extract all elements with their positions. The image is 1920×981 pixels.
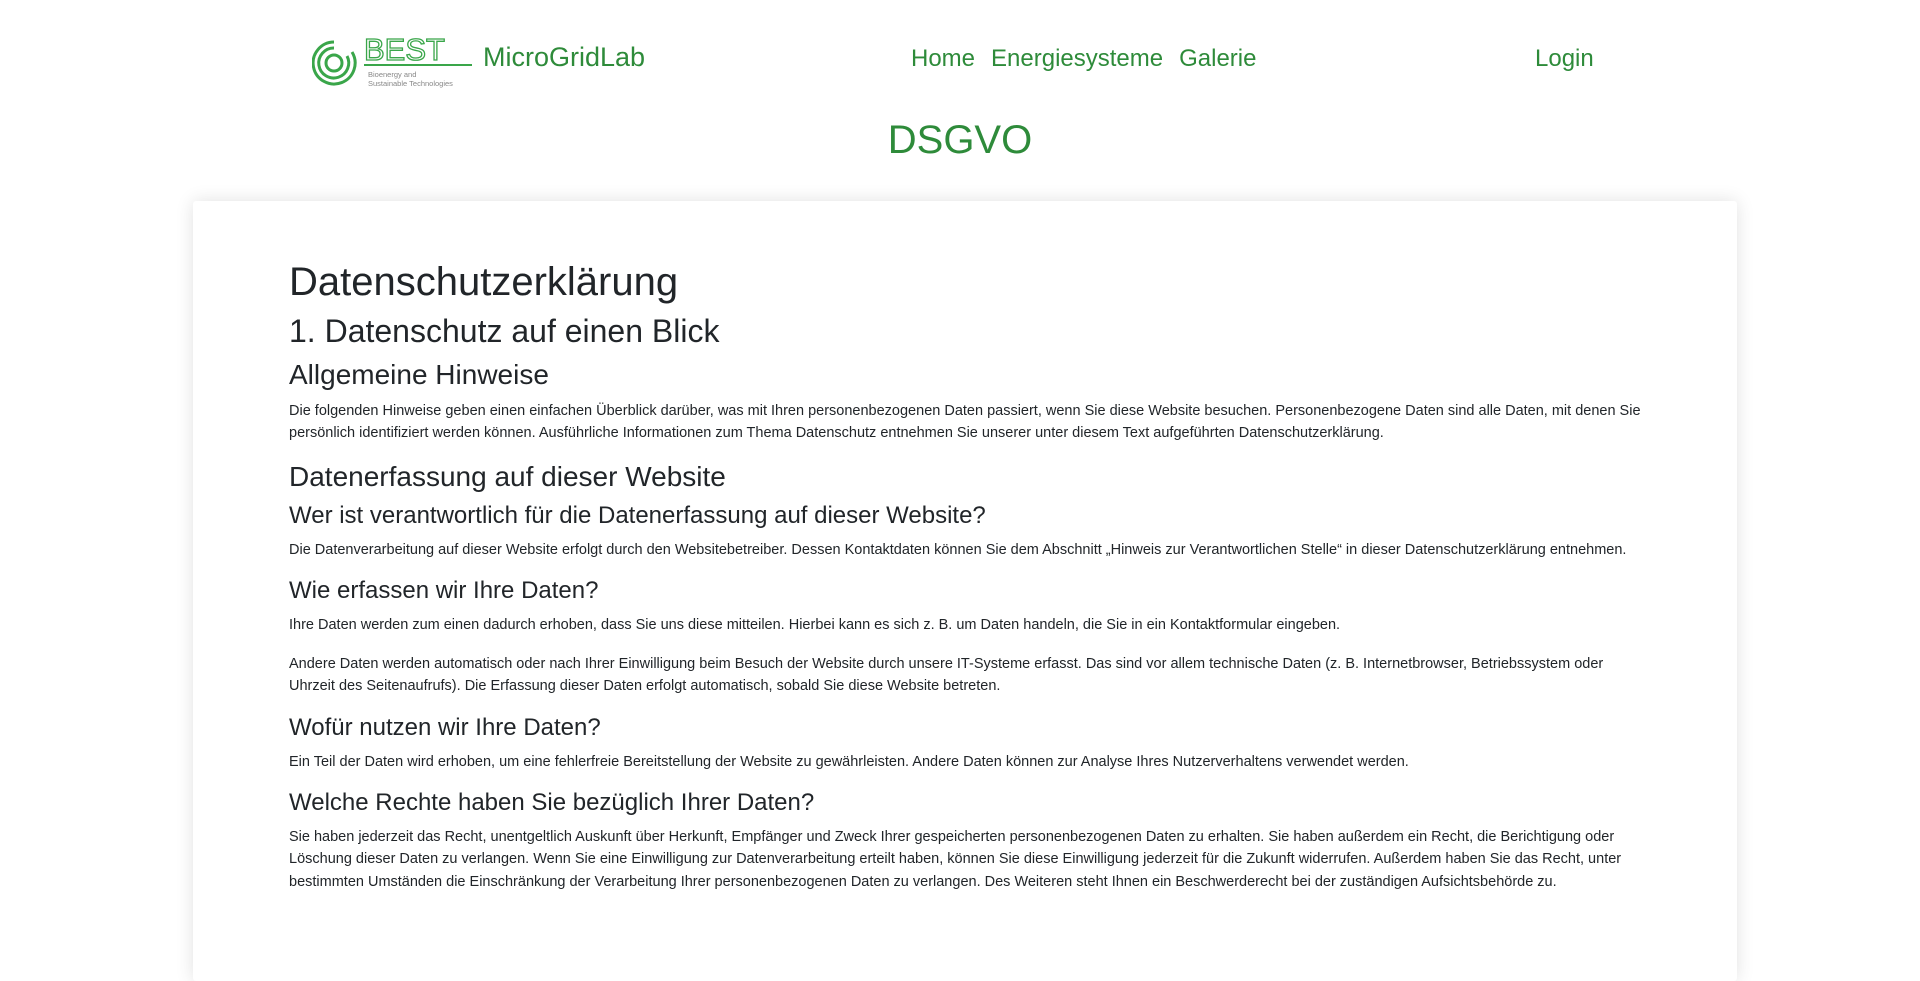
answer-purpose: Ein Teil der Daten wird erhoben, um eine… (289, 753, 1409, 770)
best-logo-icon: BEST Bioenergy and Sustainable Technolog… (312, 34, 472, 88)
best-logo[interactable]: BEST Bioenergy and Sustainable Technolog… (312, 34, 474, 92)
section-heading: 1. Datenschutz auf einen Blick (289, 313, 720, 349)
answer-rights: Sie haben jederzeit das Recht, unentgelt… (289, 828, 1622, 890)
question-purpose: Wofür nutzen wir Ihre Daten? (289, 713, 601, 741)
question-rights: Welche Rechte haben Sie bezüglich Ihrer … (289, 789, 815, 817)
brand-link[interactable]: MicroGridLab (483, 42, 645, 73)
logo-subtext-2: Sustainable Technologies (368, 79, 453, 88)
login-link[interactable]: Login (1535, 45, 1594, 73)
nav-home[interactable]: Home (911, 45, 975, 73)
doc-title: Datenschutzerklärung (289, 260, 679, 304)
site-header: BEST Bioenergy and Sustainable Technolog… (0, 0, 1920, 120)
logo-text: BEST (364, 34, 445, 67)
nav-galerie[interactable]: Galerie (1179, 45, 1256, 73)
content-card: Datenschutzerklärung 1. Datenschutz auf … (193, 201, 1737, 981)
question-how: Wie erfassen wir Ihre Daten? (289, 577, 599, 605)
answer-responsible: Die Datenverarbeitung auf dieser Website… (289, 541, 1627, 558)
answer-how-2: Andere Daten werden automatisch oder nac… (289, 655, 1604, 695)
collection-heading: Datenerfassung auf dieser Website (289, 460, 726, 492)
question-responsible: Wer ist verantwortlich für die Datenerfa… (289, 502, 986, 530)
general-heading: Allgemeine Hinweise (289, 358, 549, 390)
main-nav: Home Energiesysteme Galerie (911, 45, 1256, 73)
page-title: DSGVO (887, 118, 1033, 162)
general-text: Die folgenden Hinweise geben einen einfa… (289, 402, 1641, 442)
logo-subtext-1: Bioenergy and (368, 70, 416, 79)
nav-energiesysteme[interactable]: Energiesysteme (991, 45, 1163, 73)
answer-how-1: Ihre Daten werden zum einen dadurch erho… (289, 617, 1341, 634)
privacy-content: Datenschutzerklärung 1. Datenschutz auf … (289, 259, 1645, 909)
